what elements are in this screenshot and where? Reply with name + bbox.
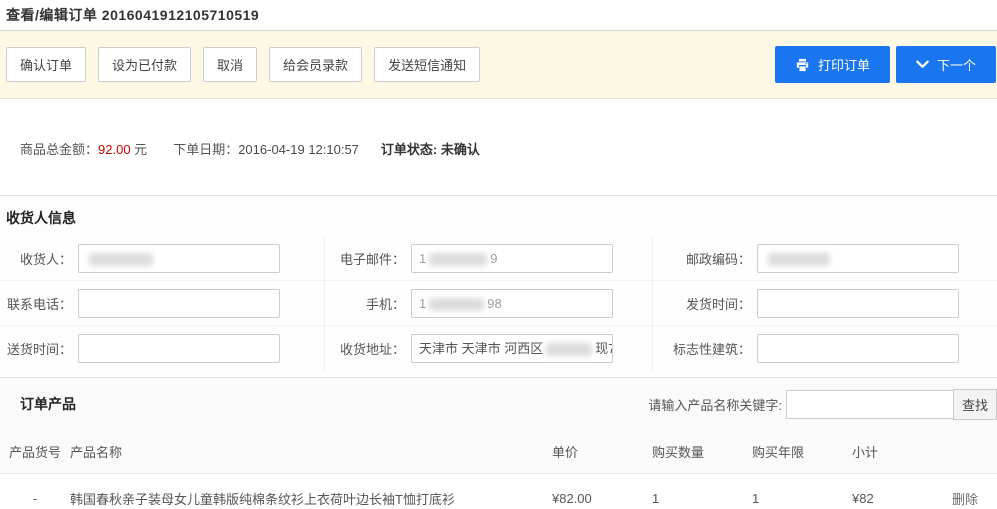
field-input[interactable] bbox=[757, 289, 959, 318]
product-name: 韩国春秋亲子装母女儿童韩版纯棉条纹衫上衣荷叶边长袖T恤打底衫 bbox=[70, 473, 552, 509]
field-cell: 标志性建筑： bbox=[653, 326, 997, 371]
products-section: 订单产品 请输入产品名称关键字: 查找 产品货号产品名称单价购买数量购买年限小计… bbox=[0, 378, 997, 509]
field-label: 送货时间： bbox=[0, 339, 72, 358]
field-label: 发货时间： bbox=[653, 294, 751, 313]
field-value-text: 9 bbox=[490, 251, 497, 266]
redacted-blur bbox=[429, 298, 484, 311]
table-row: -韩国春秋亲子装母女儿童韩版纯棉条纹衫上衣荷叶边长袖T恤打底衫¥82.0011¥… bbox=[0, 473, 997, 509]
total-amount-value: 92.00 bbox=[98, 142, 131, 157]
printer-icon bbox=[795, 58, 810, 72]
redacted-blur bbox=[546, 343, 592, 356]
redacted-blur bbox=[89, 253, 153, 266]
toolbar: 确认订单设为已付款取消给会员录款发送短信通知 打印订单 下一个 bbox=[0, 31, 997, 99]
product-qty: 1 bbox=[652, 473, 752, 509]
column-header: 小计 bbox=[852, 430, 952, 473]
redacted-blur bbox=[429, 253, 487, 266]
field-input[interactable] bbox=[78, 334, 280, 363]
field-value-text: 天津市 天津市 河西区 bbox=[419, 341, 543, 356]
field-cell: 送货时间： bbox=[0, 326, 325, 371]
product-search-group: 请输入产品名称关键字: 查找 bbox=[648, 389, 997, 420]
field-label: 收货地址： bbox=[325, 339, 405, 358]
print-order-label: 打印订单 bbox=[818, 55, 870, 74]
order-summary: 商品总金额：92.00 元 下单日期：2016-04-19 12:10:57 订单状… bbox=[0, 99, 997, 196]
field-label: 手机： bbox=[325, 294, 405, 313]
total-amount-unit: 元 bbox=[131, 142, 148, 157]
chevron-down-icon bbox=[916, 60, 929, 69]
field-input[interactable]: 天津市 天津市 河西区 现7 bbox=[411, 334, 613, 363]
field-label: 邮政编码： bbox=[653, 249, 751, 268]
products-bar: 订单产品 请输入产品名称关键字: 查找 bbox=[0, 378, 997, 430]
column-header: 购买年限 bbox=[752, 430, 852, 473]
page-header: 查看/编辑订单 2016041912105710519 bbox=[0, 0, 997, 31]
field-cell: 电子邮件：19 bbox=[325, 236, 653, 281]
product-years: 1 bbox=[752, 473, 852, 509]
field-value-text: 98 bbox=[487, 296, 501, 311]
total-amount-label: 商品总金额： bbox=[20, 142, 98, 157]
order-date-label: 下单日期： bbox=[173, 142, 238, 157]
product-search-input[interactable] bbox=[786, 390, 954, 419]
column-header: 产品名称 bbox=[70, 430, 552, 473]
order-status-label: 订单状态: bbox=[381, 142, 441, 157]
product-price: ¥82.00 bbox=[552, 473, 652, 509]
consignee-section: 收货人信息 收货人：电子邮件：19邮政编码：联系电话：手机：198发货时间：送货… bbox=[0, 196, 997, 378]
page-title: 查看/编辑订单 2016041912105710519 bbox=[6, 5, 259, 25]
order-date-value: 2016-04-19 12:10:57 bbox=[238, 142, 359, 157]
delete-link[interactable]: 删除 bbox=[952, 492, 978, 507]
product-search-label: 请输入产品名称关键字: bbox=[648, 395, 782, 414]
product-table: 产品货号产品名称单价购买数量购买年限小计 -韩国春秋亲子装母女儿童韩版纯棉条纹衫… bbox=[0, 430, 997, 509]
print-order-button[interactable]: 打印订单 bbox=[775, 46, 890, 83]
order-status-value: 未确认 bbox=[441, 142, 480, 157]
products-section-title: 订单产品 bbox=[20, 394, 76, 414]
column-header: 单价 bbox=[552, 430, 652, 473]
action-buttons: 确认订单设为已付款取消给会员录款发送短信通知 bbox=[6, 47, 492, 82]
field-input[interactable] bbox=[78, 289, 280, 318]
field-input[interactable]: 1 98 bbox=[411, 289, 613, 318]
next-order-label: 下一个 bbox=[937, 55, 976, 74]
consignee-grid: 收货人：电子邮件：19邮政编码：联系电话：手机：198发货时间：送货时间：收货地… bbox=[0, 236, 997, 371]
field-value-text: 现7 bbox=[595, 341, 613, 356]
field-input[interactable] bbox=[757, 334, 959, 363]
field-cell: 发货时间： bbox=[653, 281, 997, 326]
product-subtotal: ¥82 bbox=[852, 473, 952, 509]
toolbar-button-0[interactable]: 确认订单 bbox=[6, 47, 86, 82]
toolbar-button-1[interactable]: 设为已付款 bbox=[98, 47, 191, 82]
field-value-text: 1 bbox=[419, 296, 426, 311]
field-label: 标志性建筑： bbox=[653, 339, 751, 358]
column-header: 产品货号 bbox=[0, 430, 70, 473]
product-search-button[interactable]: 查找 bbox=[953, 389, 997, 420]
field-cell: 收货地址： 天津市 天津市 河西区 现7 bbox=[325, 326, 653, 371]
field-label: 联系电话： bbox=[0, 294, 72, 313]
field-cell: 联系电话： bbox=[0, 281, 325, 326]
field-input[interactable] bbox=[78, 244, 280, 273]
product-table-body: -韩国春秋亲子装母女儿童韩版纯棉条纹衫上衣荷叶边长袖T恤打底衫¥82.0011¥… bbox=[0, 473, 997, 509]
field-cell: 邮政编码： bbox=[653, 236, 997, 281]
redacted-blur bbox=[768, 253, 830, 266]
toolbar-right: 打印订单 下一个 bbox=[770, 46, 997, 83]
column-header: 购买数量 bbox=[652, 430, 752, 473]
row-actions: 删除 bbox=[952, 473, 997, 509]
field-label: 收货人： bbox=[0, 249, 72, 268]
toolbar-button-2[interactable]: 取消 bbox=[203, 47, 257, 82]
toolbar-button-3[interactable]: 给会员录款 bbox=[269, 47, 362, 82]
field-input[interactable]: 19 bbox=[411, 244, 613, 273]
toolbar-button-4[interactable]: 发送短信通知 bbox=[374, 47, 480, 82]
next-order-button[interactable]: 下一个 bbox=[896, 46, 996, 83]
field-value-text: 1 bbox=[419, 251, 426, 266]
field-cell: 手机： 1 98 bbox=[325, 281, 653, 326]
product-table-head-row: 产品货号产品名称单价购买数量购买年限小计 bbox=[0, 430, 997, 473]
column-header bbox=[952, 430, 997, 473]
consignee-section-title: 收货人信息 bbox=[0, 196, 997, 236]
field-cell: 收货人： bbox=[0, 236, 325, 281]
field-label: 电子邮件： bbox=[325, 249, 405, 268]
product-sku: - bbox=[0, 473, 70, 509]
field-input[interactable] bbox=[757, 244, 959, 273]
